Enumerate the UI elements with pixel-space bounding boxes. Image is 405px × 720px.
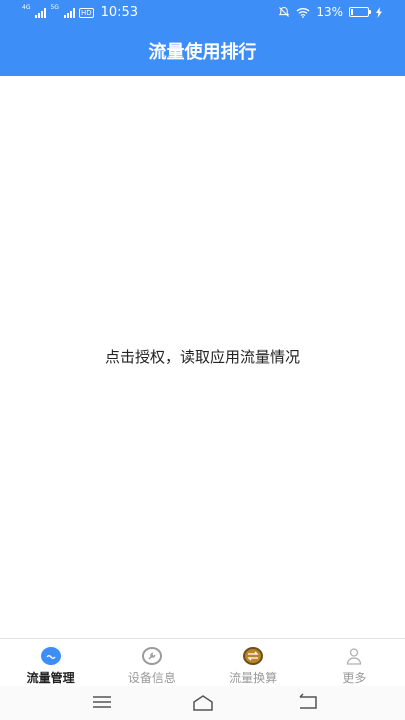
status-left: 4G 5G HD 10:53: [22, 4, 139, 21]
tab-device-info[interactable]: 设备信息: [101, 639, 202, 686]
wrench-icon: [141, 647, 162, 665]
network-type-1: 4G: [22, 4, 31, 11]
tab-traffic-conversion[interactable]: 流量换算: [203, 639, 304, 686]
battery-level: [351, 9, 353, 15]
tab-label: 流量管理: [26, 671, 75, 685]
network-type-2: 5G: [50, 4, 59, 11]
person-icon: [344, 647, 364, 665]
back-icon[interactable]: [296, 692, 320, 712]
bottom-tab-bar: 流量管理 设备信息 流量换算 更多: [0, 638, 405, 686]
signal-icon-2: [63, 7, 75, 18]
main-content[interactable]: 点击授权，读取应用流量情况: [0, 76, 405, 638]
battery-percent: 13%: [316, 5, 343, 19]
status-right: 13%: [278, 5, 383, 19]
app-header: 4G 5G HD 10:53 13% 流量使用排行: [0, 0, 405, 76]
menu-icon[interactable]: [90, 692, 114, 712]
system-nav-bar: [0, 686, 405, 720]
tab-label: 更多: [342, 671, 367, 685]
page-title: 流量使用排行: [148, 42, 257, 63]
signal-icon: [35, 7, 47, 18]
status-time: 10:53: [100, 5, 139, 20]
hd-badge: HD: [78, 7, 94, 18]
mute-icon: [279, 6, 290, 17]
tab-label: 流量换算: [229, 671, 278, 685]
tab-traffic-management[interactable]: 流量管理: [0, 639, 101, 686]
swap-icon: [243, 647, 264, 665]
water-drop-icon: [40, 647, 61, 665]
tab-label: 设备信息: [127, 671, 176, 685]
home-icon[interactable]: [191, 692, 215, 712]
tab-more[interactable]: 更多: [304, 639, 405, 686]
status-bar: 4G 5G HD 10:53 13%: [0, 0, 405, 26]
wifi-icon: [296, 7, 310, 18]
authorize-prompt[interactable]: 点击授权，读取应用流量情况: [0, 346, 405, 367]
screen: 4G 5G HD 10:53 13% 流量使用排行 点击授权，读取应用流量情况 …: [0, 0, 405, 720]
battery-icon: [349, 7, 371, 17]
charging-icon: [376, 6, 382, 18]
